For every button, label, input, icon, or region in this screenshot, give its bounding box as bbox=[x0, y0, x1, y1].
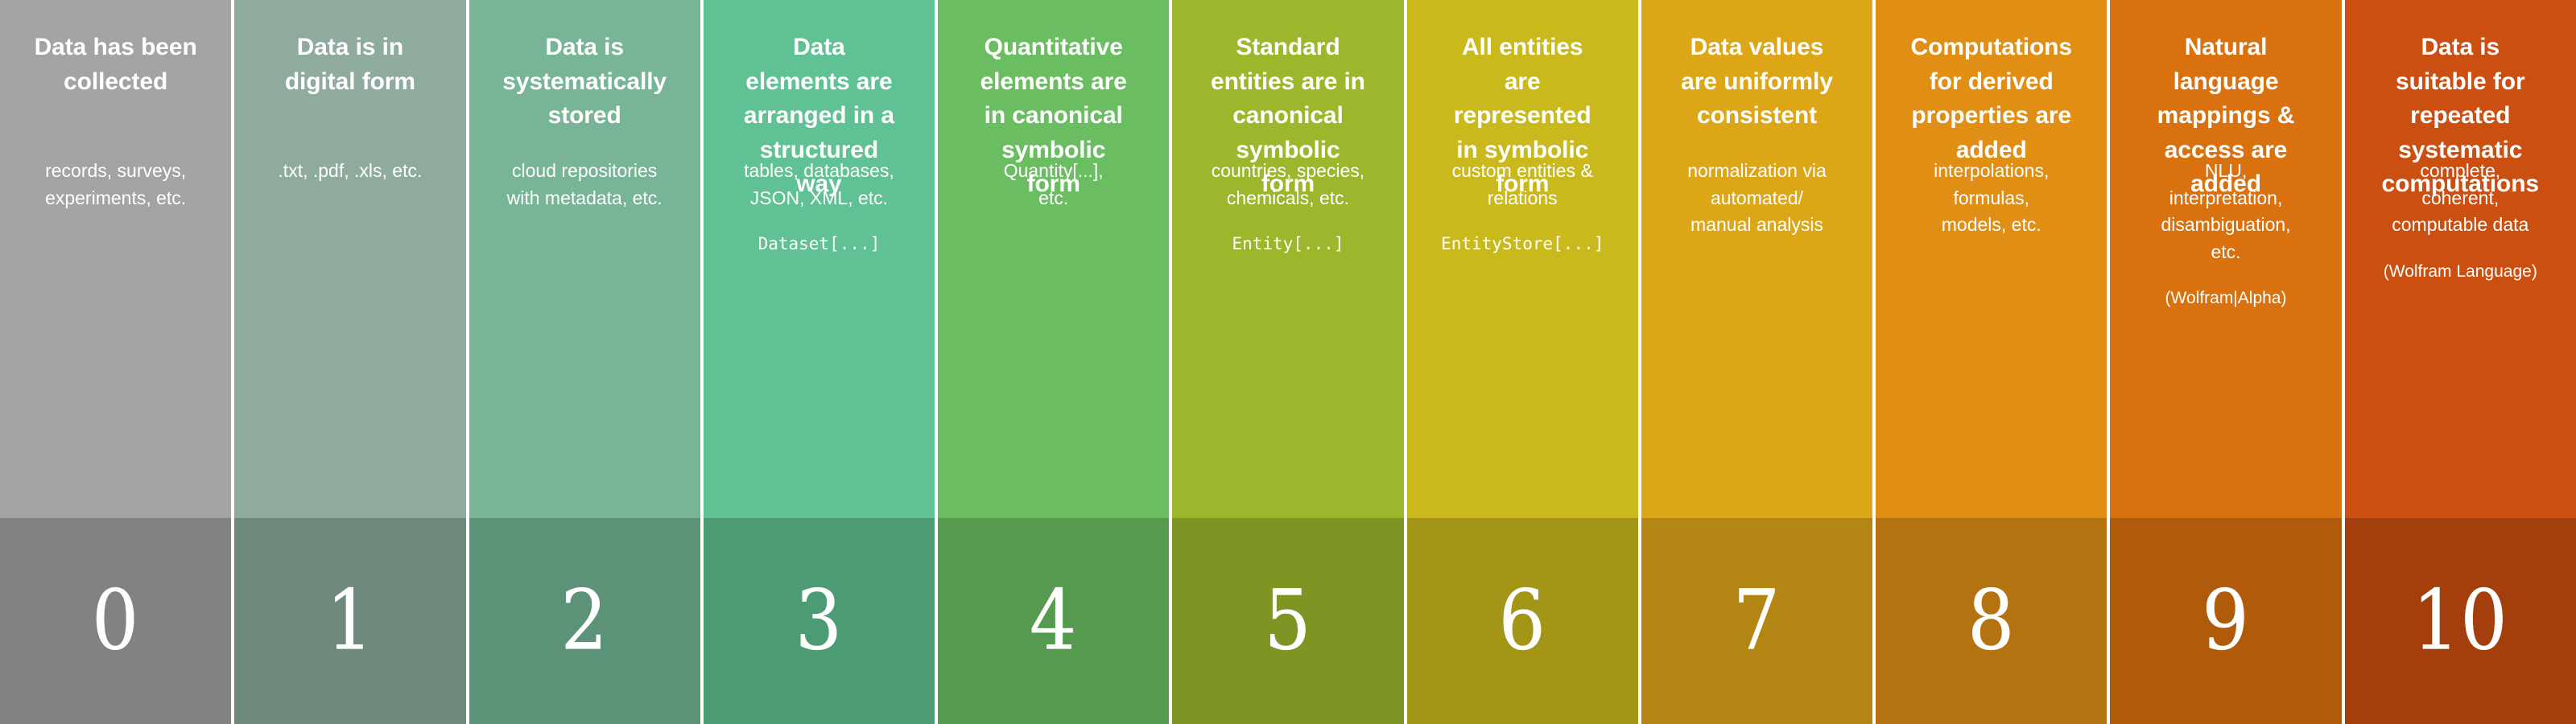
level-product-note-10: (Wolfram Language) bbox=[2383, 261, 2537, 281]
level-number-panel-3: 3 bbox=[703, 518, 935, 724]
level-panel-0: Data has been collected records, surveys,… bbox=[0, 0, 232, 518]
level-number-3: 3 bbox=[795, 572, 844, 669]
level-panel-3: Data elements are arranged in a structur… bbox=[703, 0, 935, 518]
level-panel-1: Data is in digital form .txt, .pdf, .xls,… bbox=[234, 0, 466, 518]
level-number-2: 2 bbox=[560, 572, 609, 669]
level-column-10: Data is suitable for repeated systematic… bbox=[2344, 0, 2576, 724]
level-number-0: 0 bbox=[91, 572, 140, 669]
level-number-panel-2: 2 bbox=[469, 518, 700, 724]
level-column-5: Standard entities are in canonical symbo… bbox=[1172, 0, 1404, 724]
level-panel-7: Data values are uniformly consistent norm… bbox=[1641, 0, 1873, 518]
level-number-panel-0: 0 bbox=[0, 518, 232, 724]
level-column-2: Data is systematically stored cloud repos… bbox=[469, 0, 700, 724]
level-panel-8: Computations for derived properties are … bbox=[1876, 0, 2107, 518]
level-number-1: 1 bbox=[326, 572, 374, 669]
level-product-note-9: (Wolfram|Alpha) bbox=[2165, 289, 2287, 308]
level-panel-4: Quantitative elements are in canonical s… bbox=[938, 0, 1170, 518]
level-body-9: NLU, interpretation, disambiguation, etc… bbox=[2118, 158, 2333, 311]
level-examples-1: .txt, .pdf, .xls, etc. bbox=[278, 160, 423, 181]
level-body-8: interpolations, formulas, models, etc. bbox=[1884, 158, 2099, 239]
level-symbol-6: EntityStore[...] bbox=[1441, 234, 1604, 254]
level-column-4: Quantitative elements are in canonical s… bbox=[938, 0, 1170, 724]
level-examples-4: Quantity[...], etc. bbox=[1003, 160, 1104, 208]
level-panel-6: All entities are represented in symbolic… bbox=[1406, 0, 1638, 518]
level-number-panel-6: 6 bbox=[1406, 518, 1638, 724]
level-header-2: Data is systematically stored bbox=[502, 34, 667, 130]
level-number-8: 8 bbox=[1967, 572, 2016, 669]
level-panel-9: Natural language mappings & access are a… bbox=[2110, 0, 2342, 518]
level-number-4: 4 bbox=[1029, 572, 1078, 669]
level-column-9: Natural language mappings & access are a… bbox=[2110, 0, 2342, 724]
level-header-8: Computations for derived properties are … bbox=[1910, 34, 2073, 163]
level-body-5: countries, species, chemicals, etc. Entit… bbox=[1180, 158, 1395, 257]
level-examples-2: cloud repositories with metadata, etc. bbox=[506, 160, 663, 208]
level-body-1: .txt, .pdf, .xls, etc. bbox=[242, 158, 457, 185]
level-number-10: 10 bbox=[2412, 572, 2508, 669]
level-body-6: custom entities & relations EntityStore[.… bbox=[1415, 158, 1630, 257]
level-header-1: Data is in digital form bbox=[284, 34, 415, 95]
level-panel-2: Data is systematically stored cloud repos… bbox=[469, 0, 700, 518]
level-body-0: records, surveys, experiments, etc. bbox=[8, 158, 223, 212]
level-body-2: cloud repositories with metadata, etc. bbox=[477, 158, 692, 212]
level-column-7: Data values are uniformly consistent norm… bbox=[1641, 0, 1873, 724]
level-symbol-5: Entity[...] bbox=[1232, 234, 1344, 254]
level-body-7: normalization via automated/ manual anal… bbox=[1649, 158, 1864, 239]
level-number-9: 9 bbox=[2202, 572, 2250, 669]
level-column-0: Data has been collected records, surveys,… bbox=[0, 0, 232, 724]
level-column-3: Data elements are arranged in a structur… bbox=[703, 0, 935, 724]
level-examples-0: records, surveys, experiments, etc. bbox=[45, 160, 187, 208]
level-examples-10: complete, coherent, computable data bbox=[2392, 160, 2529, 236]
level-examples-3: tables, databases, JSON, XML, etc. bbox=[744, 160, 894, 208]
level-number-7: 7 bbox=[1732, 572, 1781, 669]
level-examples-8: interpolations, formulas, models, etc. bbox=[1934, 160, 2050, 236]
level-body-10: complete, coherent, computable data (Wolf… bbox=[2353, 158, 2568, 283]
level-column-8: Computations for derived properties are … bbox=[1876, 0, 2107, 724]
level-examples-5: countries, species, chemicals, etc. bbox=[1211, 160, 1365, 208]
level-number-panel-8: 8 bbox=[1876, 518, 2107, 724]
level-header-7: Data values are uniformly consistent bbox=[1681, 34, 1833, 130]
computability-scale: Data has been collected records, surveys,… bbox=[0, 0, 2576, 724]
level-number-panel-4: 4 bbox=[938, 518, 1170, 724]
level-examples-9: NLU, interpretation, disambiguation, etc… bbox=[2161, 160, 2291, 262]
level-number-6: 6 bbox=[1498, 572, 1546, 669]
level-panel-5: Standard entities are in canonical symbo… bbox=[1172, 0, 1404, 518]
level-number-panel-10: 10 bbox=[2344, 518, 2576, 724]
level-examples-7: normalization via automated/ manual anal… bbox=[1687, 160, 1827, 236]
level-number-panel-5: 5 bbox=[1172, 518, 1404, 724]
level-number-panel-7: 7 bbox=[1641, 518, 1873, 724]
level-body-3: tables, databases, JSON, XML, etc. Datase… bbox=[712, 158, 927, 257]
level-header-0: Data has been collected bbox=[34, 34, 197, 95]
level-number-5: 5 bbox=[1264, 572, 1312, 669]
level-number-panel-9: 9 bbox=[2110, 518, 2342, 724]
level-panel-10: Data is suitable for repeated systematic… bbox=[2344, 0, 2576, 518]
level-number-panel-1: 1 bbox=[234, 518, 466, 724]
level-body-4: Quantity[...], etc. bbox=[946, 158, 1161, 212]
level-symbol-3: Dataset[...] bbox=[758, 234, 881, 254]
level-column-6: All entities are represented in symbolic… bbox=[1406, 0, 1638, 724]
level-examples-6: custom entities & relations bbox=[1451, 160, 1593, 208]
level-column-1: Data is in digital form .txt, .pdf, .xls,… bbox=[234, 0, 466, 724]
